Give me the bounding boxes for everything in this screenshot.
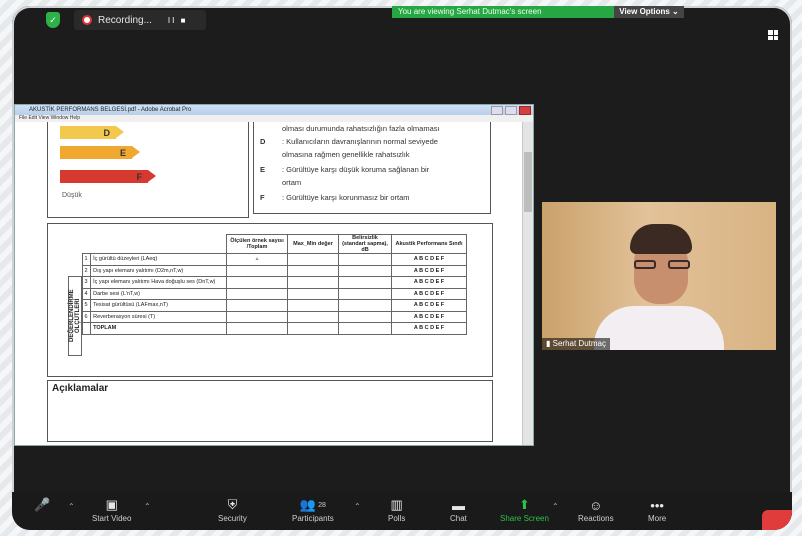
security-button[interactable]: ⛨ Security bbox=[218, 496, 247, 523]
recording-indicator[interactable]: Recording... II ■ bbox=[74, 10, 206, 30]
recording-label: Recording... bbox=[98, 14, 152, 26]
share-banner: You are viewing Serhat Dutmac's screen bbox=[392, 6, 614, 18]
low-label: Düşük bbox=[62, 192, 82, 199]
measurement-table: Ölçülen örnek sayısı /Toplam Max_Min değ… bbox=[66, 234, 467, 335]
gallery-view-icon[interactable] bbox=[768, 30, 778, 40]
shield-icon: ⛨ bbox=[227, 497, 238, 512]
reactions-icon: ☺ bbox=[589, 497, 603, 513]
legend-row: ortam bbox=[282, 178, 302, 187]
share-screen-button[interactable]: ⬆ Share Screen bbox=[500, 496, 549, 523]
view-options-button[interactable]: View Options ⌄ bbox=[614, 6, 684, 18]
meeting-toolbar: 🎤 ⌃ ▣ Start Video ⌃ ⛨ Security 👥 28 Particip… bbox=[12, 492, 792, 530]
participant-name: ▮ Serhat Dutmaç bbox=[542, 338, 610, 350]
pdf-viewer-window: AKUSTİK PERFORMANS BELGESİ.pdf - Adobe A… bbox=[14, 104, 534, 446]
col-header: Max_Min değer bbox=[287, 234, 339, 254]
record-dot-icon bbox=[82, 15, 92, 25]
maximize-button[interactable] bbox=[505, 106, 517, 115]
recording-controls[interactable]: II ■ bbox=[168, 16, 188, 25]
audio-options-caret[interactable]: ⌃ bbox=[68, 502, 75, 511]
table-row: 6 Reverberasyon süresi (T) A B C D E F bbox=[66, 310, 467, 323]
security-shield-icon[interactable]: ✓ bbox=[46, 12, 60, 28]
more-icon: ••• bbox=[650, 497, 664, 513]
minimize-button[interactable] bbox=[491, 106, 503, 115]
participants-icon: 👥 28 bbox=[299, 497, 326, 512]
scrollbar-thumb[interactable] bbox=[524, 152, 532, 212]
participant-video[interactable]: ▮ Serhat Dutmaç bbox=[542, 202, 776, 350]
col-header: Ölçülen örnek sayısı /Toplam bbox=[226, 234, 288, 254]
legend-row: olması durumunda rahatsızlığın fazla olm… bbox=[282, 124, 440, 133]
microphone-icon: 🎤 bbox=[34, 497, 51, 512]
pdf-title-bar: AKUSTİK PERFORMANS BELGESİ.pdf - Adobe A… bbox=[15, 105, 533, 115]
mic-bars-icon: ▮ bbox=[546, 339, 553, 348]
energy-bar-f: F bbox=[60, 170, 156, 183]
end-meeting-button[interactable] bbox=[762, 510, 792, 530]
energy-bar-e: E bbox=[60, 146, 140, 159]
window-controls bbox=[491, 106, 531, 115]
reactions-button[interactable]: ☺ Reactions bbox=[578, 496, 614, 524]
participant-avatar bbox=[594, 224, 724, 350]
table-row: 1 İç gürültü düzeyleri (LAeq) ▵ A B C D E F bbox=[66, 253, 467, 266]
pdf-scrollbar[interactable] bbox=[522, 122, 533, 445]
notes-box: Açıklamalar bbox=[47, 380, 493, 442]
table-row: TOPLAM A B C D E F bbox=[66, 322, 467, 335]
polls-icon: ▥ bbox=[390, 497, 403, 512]
video-options-caret[interactable]: ⌃ bbox=[144, 502, 151, 511]
chat-button[interactable]: ▬ Chat bbox=[450, 496, 467, 524]
video-off-icon: ▣ bbox=[105, 497, 118, 512]
close-button[interactable] bbox=[519, 106, 531, 115]
top-bar: ✓ Recording... II ■ You are viewing Serh… bbox=[12, 6, 792, 40]
legend-row: D: Kullanıcıların davranışlarının normal… bbox=[260, 137, 438, 146]
pdf-menu-bar[interactable]: File Edit View Window Help bbox=[15, 115, 533, 122]
polls-button[interactable]: ▥ Polls bbox=[388, 496, 405, 523]
measurement-table-box: DEĞERLENDİRME ÖLÇÜTLERİ Ölçülen örnek sa… bbox=[47, 223, 493, 377]
more-button[interactable]: ••• More bbox=[648, 496, 666, 524]
chat-icon: ▬ bbox=[451, 497, 465, 513]
legend-row: E: Gürültüye karşı düşük koruma sağlanan… bbox=[260, 165, 430, 174]
energy-scale: D E F Düşük bbox=[47, 122, 249, 218]
legend-row: olmasına rağmen genellikle rahatsızlık bbox=[282, 150, 410, 159]
notes-title: Açıklamalar bbox=[52, 383, 109, 394]
table-row: 5 Tesisat gürültüsü (LAFmax,nT) A B C D E … bbox=[66, 299, 467, 312]
share-screen-icon: ⬆ bbox=[519, 497, 530, 512]
view-options-label: View Options bbox=[619, 7, 670, 16]
participants-button[interactable]: 👥 28 Participants bbox=[292, 496, 334, 523]
mute-button[interactable]: 🎤 bbox=[34, 496, 50, 514]
start-video-button[interactable]: ▣ Start Video bbox=[92, 496, 131, 523]
participants-options-caret[interactable]: ⌃ bbox=[354, 502, 361, 511]
table-row: 3 İç yapı elemanı yalıtımı Hava doğuşlu s… bbox=[66, 276, 467, 289]
zoom-window: ✓ Recording... II ■ You are viewing Serh… bbox=[12, 6, 792, 530]
energy-bar-d: D bbox=[60, 126, 124, 139]
legend-row: F: Gürültüye karşı korunmasız bir ortam bbox=[260, 193, 410, 202]
col-header: Belirsizlik (standart sapma), dB bbox=[338, 234, 392, 254]
table-header-row: Ölçülen örnek sayısı /Toplam Max_Min değ… bbox=[66, 234, 467, 254]
col-header: Akustik Performans Sınıfı bbox=[391, 234, 467, 254]
class-legend: olması durumunda rahatsızlığın fazla olm… bbox=[253, 122, 491, 214]
table-row: 2 Dış yapı elemanı yalıtımı (D2m,nT,w) A B… bbox=[66, 264, 467, 277]
pdf-window-title: AKUSTİK PERFORMANS BELGESİ.pdf - Adobe A… bbox=[29, 107, 192, 113]
share-options-caret[interactable]: ⌃ bbox=[552, 502, 559, 511]
pdf-document-page: D E F Düşük olması durumunda rahatsızlığ… bbox=[15, 122, 521, 445]
table-row: 4 Darbe sesi (L'nT,w) A B C D E F bbox=[66, 287, 467, 300]
